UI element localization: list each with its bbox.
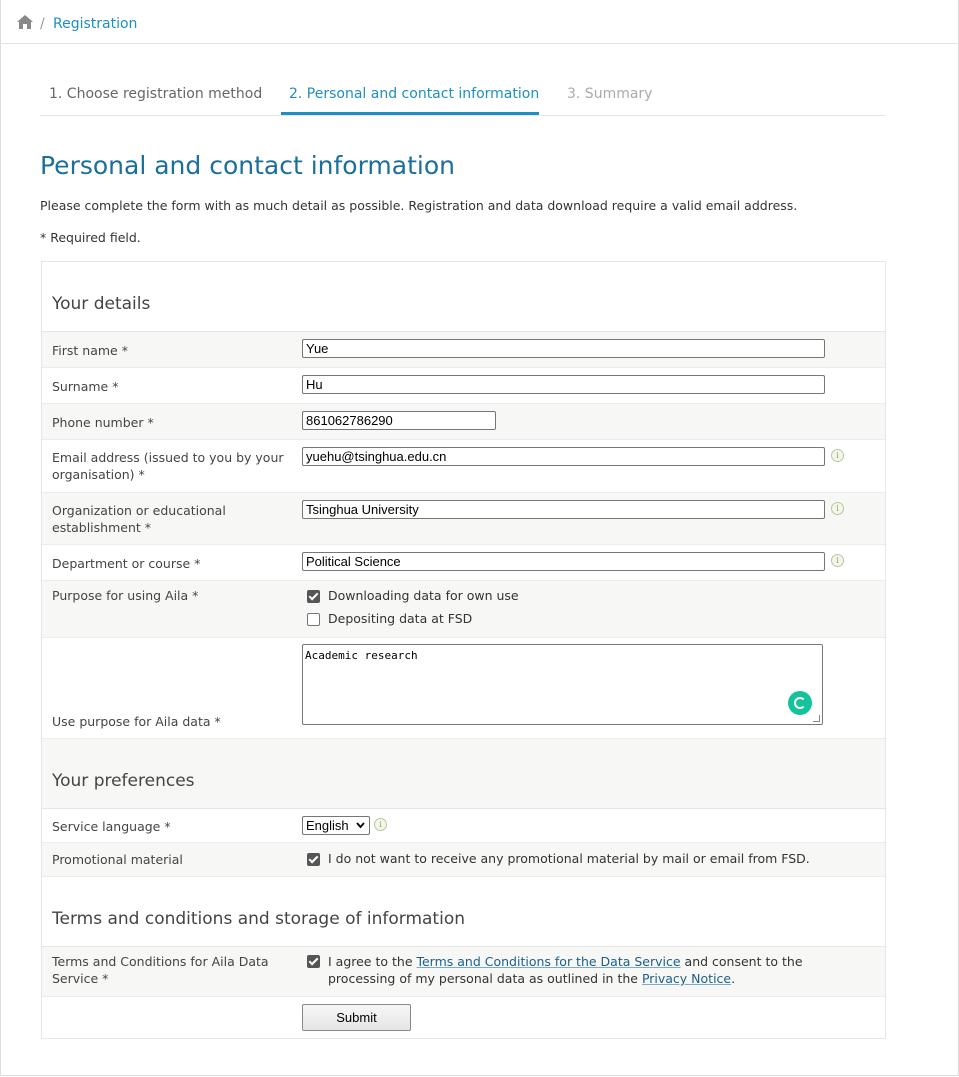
section-title: Your preferences xyxy=(52,771,195,791)
privacy-notice-link[interactable]: Privacy Notice xyxy=(642,971,731,986)
first-name-row: First name * Yue xyxy=(42,332,885,368)
email-label: Email address (issued to you by your org… xyxy=(52,450,284,482)
submit-row: Submit xyxy=(42,997,885,1038)
breadcrumb-separator: / xyxy=(40,16,45,32)
surname-row: Surname * Hu xyxy=(42,368,885,404)
promo-checkbox[interactable] xyxy=(307,853,320,866)
grammarly-icon[interactable] xyxy=(788,691,812,715)
section-title: Terms and conditions and storage of info… xyxy=(52,909,465,929)
step-choose-method[interactable]: 1. Choose registration method xyxy=(49,86,262,102)
organization-row: Organization or educational establishmen… xyxy=(42,493,885,545)
terms-text-3: . xyxy=(731,971,736,986)
depositing-checkbox[interactable] xyxy=(307,613,320,626)
registration-steps: 1. Choose registration method 2. Persona… xyxy=(40,78,885,116)
use-purpose-text: Academic research xyxy=(305,649,418,662)
department-row: Department or course * Political Science… xyxy=(42,545,885,581)
first-name-label: First name * xyxy=(52,343,128,358)
terms-row: Terms and Conditions for Aila Data Servi… xyxy=(42,947,885,997)
registration-form: Your details First name * Yue Surname * … xyxy=(41,261,886,1039)
use-purpose-row: Use purpose for Aila data * Academic res… xyxy=(42,638,885,739)
info-icon[interactable]: i xyxy=(831,502,844,515)
own-use-label[interactable]: Downloading data for own use xyxy=(328,588,519,603)
organization-input[interactable]: Tsinghua University xyxy=(302,500,825,519)
surname-label: Surname * xyxy=(52,379,119,394)
language-select[interactable]: English xyxy=(302,816,370,835)
section-title: Your details xyxy=(52,294,151,314)
section-your-details: Your details xyxy=(42,262,885,332)
terms-checkbox[interactable] xyxy=(307,955,320,968)
section-your-preferences: Your preferences xyxy=(42,739,885,809)
use-purpose-textarea[interactable]: Academic research xyxy=(302,644,823,725)
promo-row: Promotional material I do not want to re… xyxy=(42,843,885,877)
purpose-label: Purpose for using Aila * xyxy=(52,588,199,603)
info-icon[interactable]: i xyxy=(831,554,844,567)
language-select-value: English xyxy=(306,818,349,833)
phone-label: Phone number * xyxy=(52,415,154,430)
home-icon[interactable] xyxy=(16,13,34,31)
terms-link[interactable]: Terms and Conditions for the Data Servic… xyxy=(416,954,680,969)
submit-button[interactable]: Submit xyxy=(302,1004,411,1031)
department-label: Department or course * xyxy=(52,556,201,571)
step-personal-info[interactable]: 2. Personal and contact information xyxy=(289,86,539,102)
page-title: Personal and contact information xyxy=(40,151,455,180)
first-name-input[interactable]: Yue xyxy=(302,339,825,358)
intro-text: Please complete the form with as much de… xyxy=(40,198,798,213)
breadcrumb-registration-link[interactable]: Registration xyxy=(53,16,137,32)
language-label: Service language * xyxy=(52,819,171,834)
email-input[interactable]: yuehu@tsinghua.edu.cn xyxy=(302,447,825,466)
purpose-row: Purpose for using Aila * Downloading dat… xyxy=(42,581,885,638)
promo-label: Promotional material xyxy=(52,852,183,867)
own-use-checkbox[interactable] xyxy=(307,590,320,603)
email-row: Email address (issued to you by your org… xyxy=(42,440,885,493)
language-row: Service language * English i xyxy=(42,809,885,843)
department-input[interactable]: Political Science xyxy=(302,552,825,571)
terms-text: I agree to the Terms and Conditions for … xyxy=(328,953,808,987)
section-terms: Terms and conditions and storage of info… xyxy=(42,877,885,947)
promo-text[interactable]: I do not want to receive any promotional… xyxy=(328,851,810,866)
use-purpose-label: Use purpose for Aila data * xyxy=(52,714,221,729)
step-summary: 3. Summary xyxy=(567,86,653,102)
phone-row: Phone number * 861062786290 xyxy=(42,404,885,440)
terms-label: Terms and Conditions for Aila Data Servi… xyxy=(52,954,269,986)
resize-handle[interactable] xyxy=(813,715,820,722)
organization-label: Organization or educational establishmen… xyxy=(52,503,226,535)
surname-input[interactable]: Hu xyxy=(302,375,825,394)
info-icon[interactable]: i xyxy=(831,449,844,462)
breadcrumb: / Registration xyxy=(0,0,957,44)
active-step-indicator xyxy=(281,112,539,115)
chevron-down-icon xyxy=(356,822,365,829)
depositing-label[interactable]: Depositing data at FSD xyxy=(328,611,472,626)
required-note: * Required field. xyxy=(40,230,141,245)
info-icon[interactable]: i xyxy=(374,818,387,831)
phone-input[interactable]: 861062786290 xyxy=(302,411,496,430)
terms-text-1: I agree to the xyxy=(328,954,417,969)
